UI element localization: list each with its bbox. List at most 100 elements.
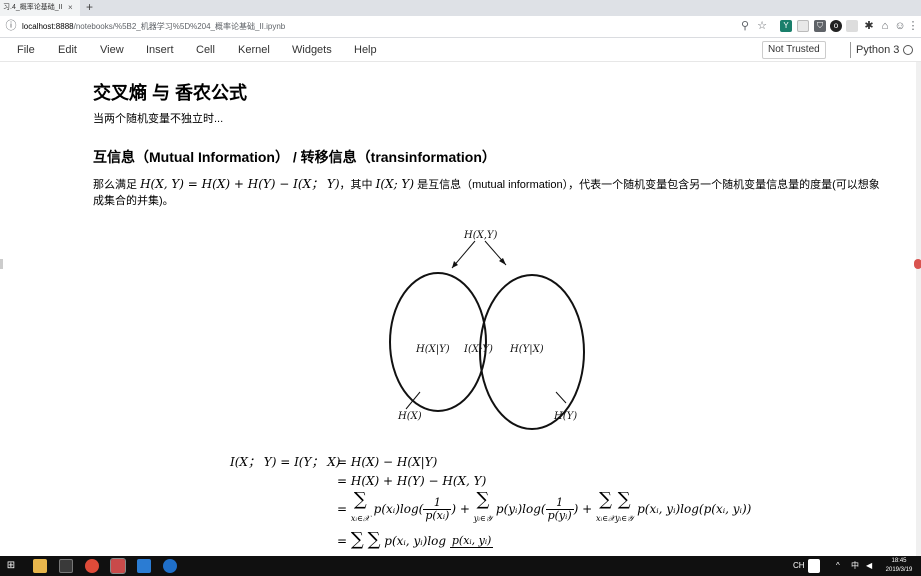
file-explorer-icon[interactable] [33, 559, 47, 573]
eq4-equals: = [337, 534, 348, 548]
eq3-term1: p(xᵢ)log( [373, 502, 424, 516]
user-icon[interactable]: ☺ [893, 19, 907, 33]
kernel-separator [850, 42, 851, 58]
para-line2: 成集合的并集)。 [93, 195, 174, 207]
ime-label[interactable]: 中 [851, 556, 859, 576]
equation-line1-lhs: I(X； Y) = I(Y； X) [230, 455, 341, 469]
eq4-term: p(xᵢ, yᵢ)log [384, 534, 447, 548]
heading-mutual-information: 互信息（Mutual Information） / 转移信息（transinfo… [93, 149, 496, 165]
sum-sign-1: ∑ [353, 489, 367, 510]
zoom-icon[interactable]: ⚲ [738, 19, 752, 33]
url-path: /notebooks/%5B2_机器学习%5D%204_概率论基础_II.ipy… [73, 22, 286, 31]
shield-icon[interactable]: ⛉ [814, 20, 826, 32]
language-indicator[interactable]: CH [793, 556, 805, 576]
sum-sign-3: ∑ [599, 489, 612, 510]
heading-cross-entropy: 交叉熵 与 香农公式 [93, 83, 248, 103]
terminal-icon[interactable] [59, 559, 73, 573]
info-icon[interactable]: ⓘ [4, 19, 18, 33]
equation-line4: = ∑ ∑ p(xᵢ, yᵢ)log p(xᵢ, yᵢ) [337, 532, 494, 556]
scroll-marker[interactable] [914, 259, 921, 269]
star-icon[interactable]: ☆ [755, 19, 769, 33]
chrome-icon[interactable] [85, 559, 99, 573]
venn-diagram: H(X,Y) H(X|Y) I(X;Y) H(Y|X) H(X) H(Y) [389, 230, 585, 430]
extension-o-icon[interactable]: o [830, 20, 842, 32]
eq4-frac: p(xᵢ, yᵢ) [449, 534, 494, 548]
definition-paragraph: 那么满足 H(X, Y) = H(X) + H(Y) − I(X； Y)，其中 … [93, 176, 893, 193]
para-formula: H(X, Y) = H(X) + H(Y) − I(X； Y) [140, 177, 340, 191]
para-suffix: 是互信息（mutual information），代表一个随机变量包含另一个随机… [417, 179, 880, 191]
new-tab-button[interactable]: + [86, 0, 93, 15]
edge-icon[interactable] [163, 559, 177, 573]
kernel-idle-indicator-icon [903, 45, 913, 55]
venn-circle-x [389, 272, 487, 412]
notebook-page: 交叉熵 与 香农公式 当两个随机变量不独立时... 互信息（Mutual Inf… [0, 62, 916, 556]
menu-edit[interactable]: Edit [58, 38, 77, 62]
eq3-sum3: ∑ xᵢ∈𝒳 [596, 489, 615, 527]
menu-cell[interactable]: Cell [196, 38, 215, 62]
eq3-sub3: xᵢ∈𝒳 [596, 514, 615, 523]
label-hx: H(X) [397, 411, 422, 422]
extension-blank-icon[interactable] [797, 20, 809, 32]
browser-tab[interactable]: 习.4_概率论基础_II × [0, 0, 80, 16]
sum-sign-4: ∑ [617, 489, 631, 510]
eq3-sub4: yᵢ∈𝒴 [614, 514, 634, 523]
extension-y-icon[interactable]: Y [780, 20, 792, 32]
eq4-frac-num: p(xᵢ, yᵢ) [449, 534, 494, 548]
menu-kernel[interactable]: Kernel [238, 38, 270, 62]
para-mid: ，其中 [339, 179, 373, 191]
eq3-sum4: ∑ yᵢ∈𝒴 [614, 489, 634, 527]
sum-sign-2: ∑ [476, 489, 490, 510]
task-view-icon[interactable]: ⊞ [4, 559, 18, 573]
eq3-sum2: ∑ yᵢ∈𝒴 [473, 489, 493, 527]
label-h-x-given-y: H(X|Y) [415, 344, 450, 355]
vertical-scrollbar[interactable] [916, 62, 921, 556]
url-field[interactable]: localhost:8888/notebooks/%5B2_机器学习%5D%20… [22, 20, 285, 34]
camera-icon[interactable]: ⌂ [878, 19, 892, 33]
sum-sign-5: ∑ [350, 532, 364, 550]
para-prefix: 那么满足 [93, 179, 137, 191]
eq3-sum1: ∑ xᵢ∈𝒳 [350, 489, 370, 527]
tab-title: 习.4_概率论基础_II [3, 4, 63, 11]
eq3-plus1: ) + [451, 502, 470, 516]
label-hxy: H(X,Y) [463, 230, 498, 241]
speaker-icon[interactable]: ◀ [866, 556, 872, 576]
extension-star-icon[interactable]: ✱ [862, 19, 876, 33]
eq3-term2: p(yᵢ)log( [495, 502, 546, 516]
menu-insert[interactable]: Insert [146, 38, 174, 62]
sum-sign-6: ∑ [367, 532, 381, 550]
label-ixy: I(X;Y) [463, 344, 493, 355]
app-icon-blue[interactable] [137, 559, 151, 573]
eq3-frac2: 1 p(yᵢ) [545, 497, 574, 522]
kernel-name[interactable]: Python 3 [856, 38, 899, 62]
jupyter-menubar: File Edit View Insert Cell Kernel Widget… [0, 38, 921, 62]
arrowhead-right-icon [499, 258, 506, 265]
left-edge-marker [0, 259, 3, 269]
eq3-frac2-den: p(yᵢ) [547, 509, 572, 522]
browser-tab-strip: 习.4_概率论基础_II × + [0, 0, 921, 16]
system-clock[interactable]: 18:45 2019/3/19 [880, 557, 918, 575]
ime-mode-icon[interactable] [808, 559, 820, 573]
equation-line3: = ∑ xᵢ∈𝒳 p(xᵢ)log(1 p(xᵢ)) + ∑ yᵢ∈𝒴 p(yᵢ)lo… [337, 489, 752, 528]
arrow-bottom-right [555, 391, 567, 404]
extension-gray-icon[interactable] [846, 20, 858, 32]
tray-chevron-icon[interactable]: ^ [836, 556, 840, 576]
eq3-sub1: xᵢ∈𝒳 [350, 514, 370, 523]
menu-widgets[interactable]: Widgets [292, 38, 332, 62]
eq3-plus2: ) + [573, 502, 593, 516]
eq3-sub2: yᵢ∈𝒴 [473, 514, 493, 523]
not-trusted-button[interactable]: Not Trusted [762, 41, 826, 59]
clock-date: 2019/3/19 [885, 567, 913, 573]
menu-file[interactable]: File [17, 38, 35, 62]
eq3-term3: p(xᵢ, yᵢ)log(p(xᵢ, yᵢ)) [637, 502, 752, 516]
eq3-equals: = [337, 502, 348, 516]
app-icon-active[interactable] [110, 558, 126, 574]
menu-icon[interactable]: ⋮ [906, 19, 920, 33]
menu-help[interactable]: Help [354, 38, 377, 62]
eq3-frac1-den: p(xᵢ) [425, 509, 450, 522]
para-term: I(X; Y) [375, 177, 415, 191]
intro-text: 当两个随机变量不独立时... [93, 113, 224, 125]
equation-line1-rhs: = H(X) − H(X|Y) [337, 455, 438, 469]
eq3-frac1: 1 p(xᵢ) [423, 497, 452, 522]
tab-close-icon[interactable]: × [68, 0, 78, 16]
menu-view[interactable]: View [100, 38, 124, 62]
